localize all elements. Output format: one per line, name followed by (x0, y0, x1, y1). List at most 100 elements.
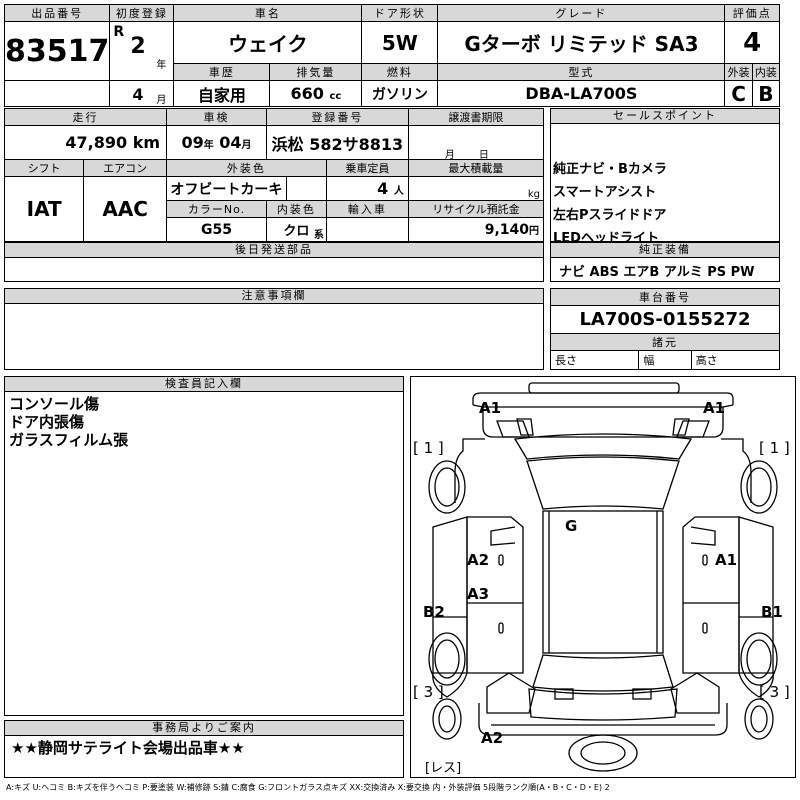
model-label: 型式 (437, 63, 726, 81)
transfer-month-unit: 月 (444, 150, 455, 160)
score: 4 (724, 21, 780, 64)
damage-mark-b2-left: B2 (423, 603, 445, 621)
insp-month-unit: 月 (241, 140, 252, 151)
insp-year: 09 (181, 133, 204, 152)
first-reg-label: 初度登録 (109, 4, 175, 22)
shift: IAT (3, 176, 85, 242)
later-parts-box: 後日発送部品 (4, 242, 544, 282)
later-parts-label: 後日発送部品 (5, 243, 543, 258)
inspection-cell: 09年 04月 (166, 125, 267, 160)
insp-year-unit: 年 (203, 140, 214, 151)
plate-label: 登録番号 (266, 108, 409, 126)
color-no: G55 (166, 217, 267, 242)
sales-point-1: 純正ナビ・Bカメラ (553, 162, 667, 177)
displacement-cell: 660 cc (269, 80, 363, 107)
spec-label: 諸元 (550, 333, 780, 351)
sales-point-2: スマートアシスト (553, 185, 657, 200)
int-label: 内装 (751, 63, 781, 81)
history-label: 車歴 (173, 63, 271, 81)
damage-mark-b1-right: B1 (761, 603, 783, 621)
door-type: 5W (361, 21, 439, 64)
chassis-table: 車台番号 LA700S-0155272 諸元 長さ 幅 高さ (549, 288, 781, 370)
interior-color-cell: クロ 系 (266, 217, 327, 242)
grade-label: グレード (437, 4, 726, 22)
int-grade: B (751, 80, 781, 107)
damage-mark-res: [レス] (425, 761, 462, 776)
interior-color: クロ (283, 224, 310, 239)
mileage-cell: 47,890 km (4, 125, 167, 160)
fuel: ガソリン (361, 80, 439, 107)
sales-points-box: セールスポイント 純正ナビ・Bカメラ スマートアシスト 左右Pスライドドア LE… (550, 108, 780, 246)
grade: Gターボ リミテッド SA3 (437, 21, 726, 64)
sales-points-list: 純正ナビ・Bカメラ スマートアシスト 左右Pスライドドア LEDヘッドライト (551, 124, 779, 250)
transfer-day-unit: 日 (478, 150, 489, 160)
interior-unit: 系 (313, 230, 324, 241)
interior-color-label: 内装色 (266, 200, 327, 218)
equipment-box: 純正装備 ナビ ABS エアB アルミ PS PW (550, 242, 780, 282)
fuel-label: 燃料 (361, 63, 439, 81)
damage-mark-g-windshield: G (565, 517, 578, 535)
car-diagram: A1 A1 [ 1 ] [ 1 ] G A2 A1 A3 B2 B1 [ 3 ]… (410, 376, 796, 778)
equipment: ナビ ABS エアB アルミ PS PW (559, 265, 755, 280)
capacity-unit: 人 (393, 186, 404, 197)
office-label: 事務局よりご案内 (5, 721, 403, 736)
spec-length: 長さ (549, 350, 640, 370)
inspection-label: 車検 (166, 108, 267, 126)
month-unit: 月 (156, 95, 167, 106)
sales-points-label: セールスポイント (551, 109, 779, 124)
reg-month-cell: 4 月 (109, 80, 175, 107)
recycle-cell: 9,140円 (407, 217, 545, 242)
ac: AAC (83, 176, 167, 242)
recycle-unit: 円 (529, 225, 539, 237)
load-label: 最大積載量 (407, 159, 545, 177)
import-label: 輸入車 (325, 200, 409, 218)
capacity-cell: 4 人 (325, 176, 409, 201)
notes-label: 注意事項欄 (5, 289, 543, 304)
transfer-label: 譲渡書期限 (407, 108, 545, 126)
damage-mark-3-right: [ 3 ] (759, 683, 790, 701)
car-name: ウェイク (173, 21, 363, 64)
first-registration: R 2 年 (109, 21, 175, 81)
history: 自家用 (173, 80, 271, 107)
mileage-unit: km (132, 133, 160, 152)
damage-mark-a2-left: A2 (467, 551, 490, 569)
plate: 浜松 582サ8813 (266, 125, 409, 160)
equipment-label: 純正装備 (551, 243, 779, 258)
color-label: 外装色 (166, 159, 327, 177)
car-name-label: 車名 (173, 4, 363, 22)
damage-mark-1-left: [ 1 ] (413, 439, 444, 457)
load-unit: kg (407, 176, 545, 201)
chassis-label: 車台番号 (550, 288, 780, 306)
insp-month: 04 (219, 133, 242, 152)
year-unit: 年 (156, 60, 167, 71)
inspector-label: 検査員記入欄 (5, 377, 403, 392)
score-label: 評価点 (724, 4, 780, 22)
office-text: ★★静岡サテライト会場出品車★★ (11, 739, 245, 757)
inspector-note-2: ドア内張傷 (9, 413, 85, 431)
spec-width: 幅 (638, 350, 692, 370)
door-label: ドア形状 (361, 4, 439, 22)
top-info-table: 出品番号 初度登録 車名 ドア形状 グレード 評価点 83517 R 2 年 ウ… (3, 4, 781, 107)
ext-grade: C (724, 80, 753, 107)
chassis-number: LA700S-0155272 (550, 305, 780, 334)
car-outline-svg (428, 382, 778, 772)
damage-mark-a1-right: A1 (715, 551, 738, 569)
sales-point-3: 左右Pスライドドア (553, 208, 667, 223)
displacement-unit: cc (329, 91, 342, 102)
damage-mark-a3-left: A3 (467, 585, 490, 603)
reg-month: 4 (132, 85, 144, 104)
ext-label: 外装 (724, 63, 753, 81)
capacity-label: 乗車定員 (325, 159, 409, 177)
model: DBA-LA700S (437, 80, 726, 107)
era: R (113, 24, 125, 40)
capacity: 4 (377, 179, 389, 198)
lot-label: 出品番号 (3, 4, 111, 22)
notes-box: 注意事項欄 (4, 288, 544, 370)
mileage-label: 走行 (4, 108, 167, 126)
lot-number: 83517 (3, 21, 111, 81)
exterior-color: オフビートカーキ (166, 176, 287, 201)
inspector-box: 検査員記入欄 コンソール傷 ドア内張傷 ガラスフィルム張 (4, 376, 404, 716)
spec-height: 高さ (690, 350, 781, 370)
recycle-label: リサイクル預託金 (407, 200, 545, 218)
recycle: 9,140 (484, 221, 529, 238)
